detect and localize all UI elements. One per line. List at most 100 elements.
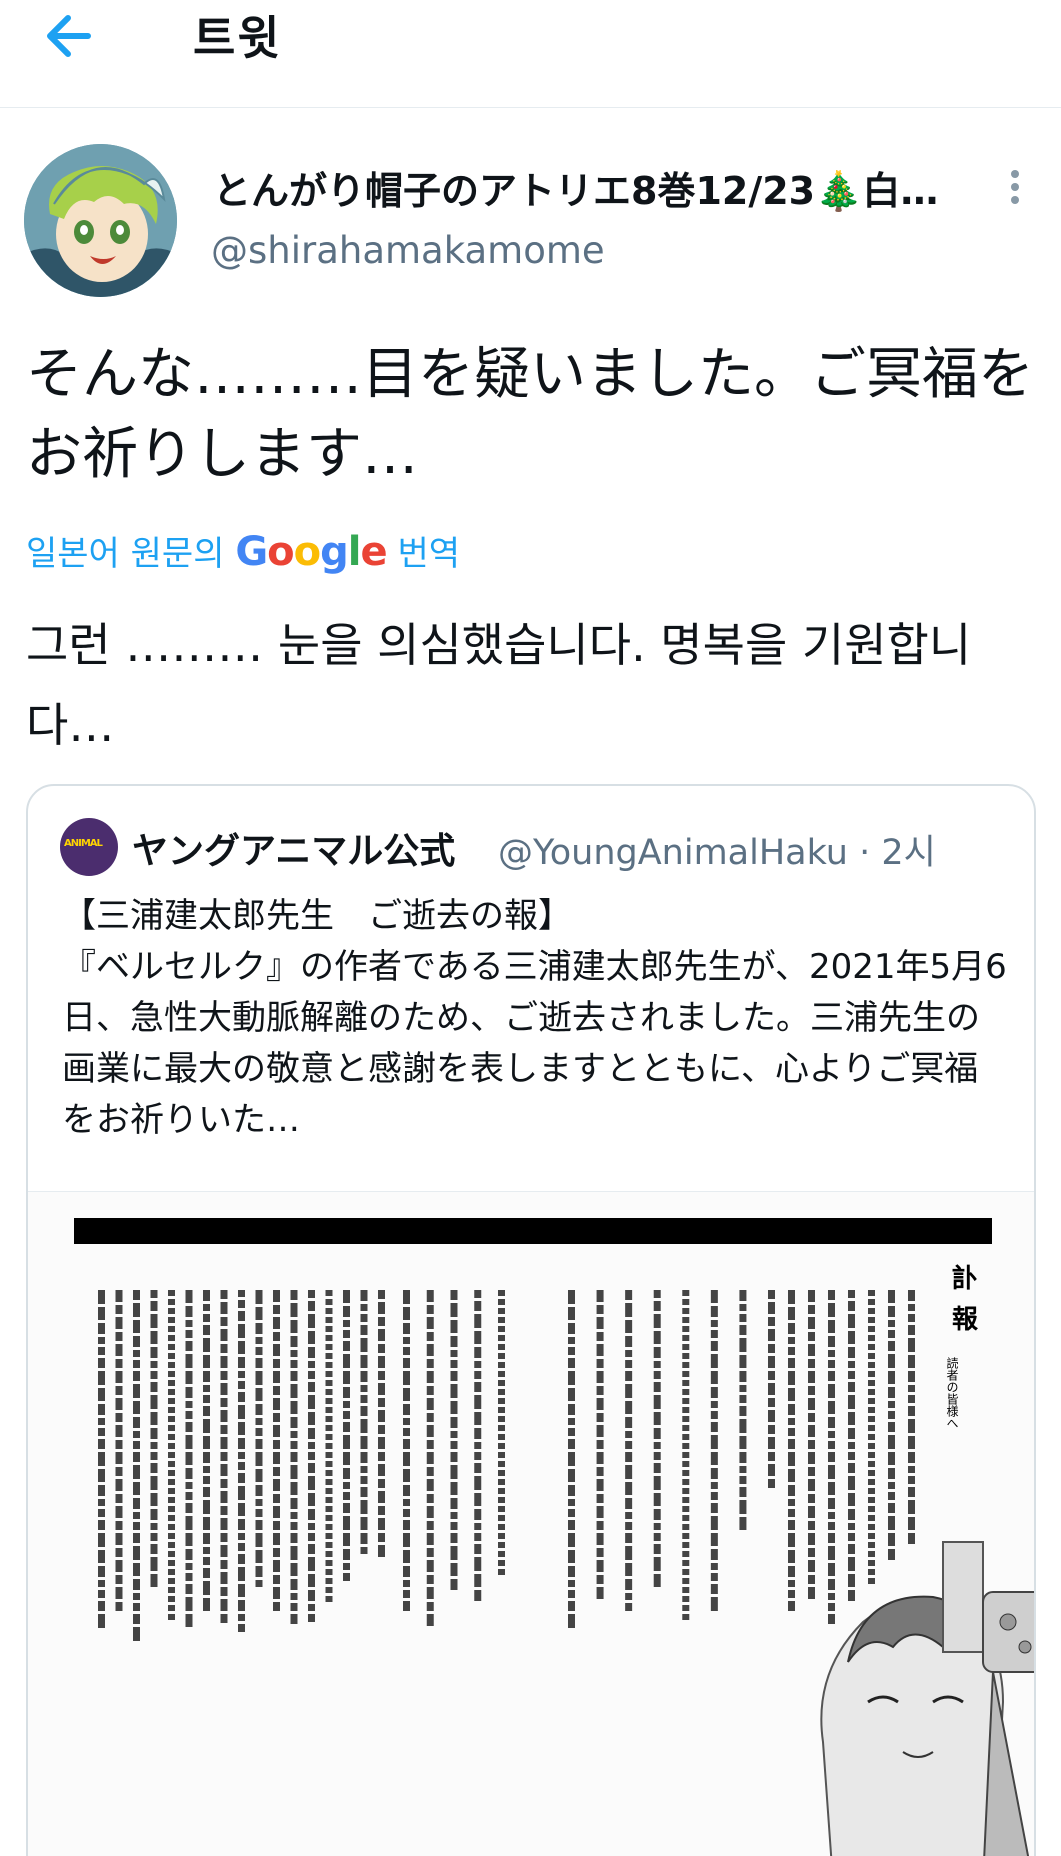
text-glyph-mark (220, 1491, 228, 1503)
text-glyph-mark (203, 1355, 210, 1368)
text-glyph-mark (710, 1549, 718, 1560)
text-glyph-mark (498, 1389, 505, 1395)
text-glyph-mark (625, 1431, 633, 1438)
text-glyph-mark (768, 1398, 775, 1407)
text-glyph-mark (450, 1371, 458, 1381)
text-glyph-mark (115, 1344, 123, 1356)
quoted-tweet-card[interactable]: ANIMAL ヤングアニマル公式 @YoungAnimalHaku · 2시 【… (26, 784, 1036, 1856)
text-glyph-mark (474, 1544, 482, 1554)
text-glyph-mark (98, 1307, 105, 1320)
text-glyph-mark (710, 1320, 718, 1327)
text-glyph-mark (710, 1290, 718, 1303)
translate-link[interactable]: 일본어 원문의 Google 번역 (26, 526, 460, 575)
text-glyph-mark (325, 1398, 333, 1404)
text-glyph-mark (168, 1344, 175, 1350)
text-glyph-mark (450, 1512, 458, 1519)
text-glyph-mark (150, 1463, 158, 1473)
text-glyph-mark (98, 1509, 105, 1517)
text-glyph-mark (828, 1371, 835, 1381)
text-glyph-mark (378, 1356, 385, 1368)
text-glyph-mark (343, 1533, 350, 1546)
text-glyph-mark (426, 1452, 434, 1464)
text-glyph-mark (325, 1578, 333, 1584)
text-glyph-mark (848, 1533, 855, 1541)
user-handle[interactable]: @shirahamakamome (211, 229, 605, 272)
text-glyph-mark (653, 1290, 661, 1298)
text-glyph-mark (868, 1299, 875, 1305)
text-glyph-mark (596, 1548, 604, 1557)
text-glyph-mark (848, 1509, 855, 1520)
text-glyph-mark (710, 1516, 718, 1530)
text-glyph-mark (220, 1614, 228, 1623)
text-glyph-mark (596, 1413, 604, 1422)
text-glyph-mark (238, 1311, 245, 1321)
text-glyph-mark (828, 1482, 835, 1495)
text-glyph-mark (625, 1401, 633, 1414)
text-glyph-mark (828, 1452, 835, 1462)
text-glyph-mark (185, 1597, 193, 1611)
text-glyph-mark (682, 1317, 690, 1323)
text-glyph-mark (185, 1354, 193, 1368)
text-glyph-mark (168, 1569, 175, 1575)
text-glyph-mark (325, 1470, 333, 1476)
text-glyph-mark (115, 1467, 123, 1476)
text-glyph-mark (808, 1548, 815, 1557)
text-glyph-mark (360, 1406, 368, 1416)
text-glyph-mark (115, 1371, 123, 1383)
text-glyph-mark (808, 1452, 815, 1464)
text-glyph-mark (848, 1371, 855, 1379)
text-glyph-mark (115, 1317, 123, 1329)
text-glyph-mark (378, 1398, 385, 1407)
text-glyph-mark (360, 1290, 368, 1301)
text-glyph-mark (828, 1614, 835, 1624)
text-glyph-mark (828, 1320, 835, 1333)
text-glyph-mark (908, 1533, 915, 1544)
text-glyph-mark (378, 1437, 385, 1449)
text-glyph-mark (220, 1317, 228, 1326)
text-glyph-mark (255, 1499, 263, 1506)
text-glyph-mark (653, 1347, 661, 1358)
text-glyph-mark (498, 1299, 505, 1305)
text-glyph-mark (888, 1516, 895, 1530)
text-glyph-mark (808, 1587, 815, 1599)
text-glyph-mark (682, 1380, 690, 1386)
text-glyph-mark (868, 1389, 875, 1395)
text-glyph-mark (828, 1593, 835, 1600)
text-glyph-mark (325, 1425, 333, 1431)
text-glyph-mark (308, 1544, 315, 1554)
text-glyph-mark (498, 1542, 505, 1548)
text-glyph-mark (888, 1290, 895, 1303)
text-glyph-mark (185, 1573, 193, 1581)
avatar[interactable] (24, 144, 177, 297)
text-glyph-mark (426, 1533, 434, 1545)
back-button[interactable] (40, 6, 100, 66)
quoted-media-image[interactable]: 訃 報 読者の皆様へ (28, 1192, 1034, 1856)
more-options-button[interactable] (1005, 170, 1025, 210)
text-glyph-mark (238, 1392, 245, 1402)
text-glyph-mark (308, 1314, 315, 1328)
text-glyph-mark (133, 1431, 140, 1438)
text-glyph-mark (426, 1290, 434, 1302)
display-name[interactable]: とんがり帽子のアトリエ8巻12/23🎄白… (213, 160, 973, 215)
text-glyph-mark (474, 1395, 482, 1409)
text-glyph-mark (568, 1499, 575, 1506)
text-glyph-mark (682, 1371, 690, 1377)
text-glyph-mark (290, 1512, 298, 1519)
text-glyph-mark (808, 1506, 815, 1518)
text-glyph-mark (568, 1404, 575, 1415)
text-glyph-mark (308, 1614, 315, 1622)
text-glyph-mark (403, 1418, 410, 1425)
text-glyph-mark (808, 1425, 815, 1437)
text-glyph-mark (710, 1422, 718, 1432)
text-glyph-mark (308, 1463, 315, 1473)
text-glyph-mark (150, 1442, 158, 1449)
text-glyph-mark (98, 1371, 105, 1385)
text-glyph-mark (308, 1382, 315, 1392)
text-glyph-mark (426, 1479, 434, 1491)
text-glyph-mark (203, 1598, 210, 1611)
text-glyph-mark (168, 1434, 175, 1440)
text-glyph-mark (788, 1485, 795, 1496)
text-glyph-mark (98, 1439, 105, 1449)
text-glyph-mark (596, 1452, 604, 1464)
text-glyph-mark (498, 1443, 505, 1449)
